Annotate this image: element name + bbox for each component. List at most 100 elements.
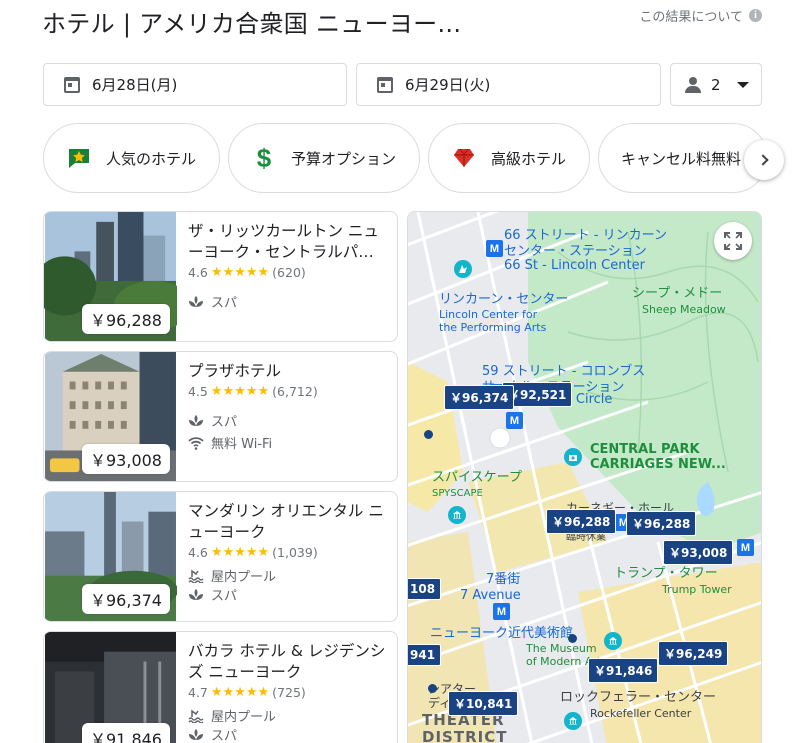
hotel-name[interactable]: ザ・リッツカールトン ニューヨーク・セントラルパ… xyxy=(188,221,391,263)
map-price-pin[interactable]: ￥96,288 xyxy=(626,511,697,536)
hotel-price: ￥91,846 xyxy=(82,723,170,743)
hotel-price: ￥96,288 xyxy=(82,304,170,334)
review-count: (6,712) xyxy=(272,384,318,399)
map-expand-button[interactable] xyxy=(714,222,752,260)
rating-value: 4.5 xyxy=(188,384,208,399)
museum-poi-icon[interactable] xyxy=(564,712,582,730)
hotel-card[interactable]: ￥93,008 プラザホテル 4.5 ★★★★★ (6,712) スパ 無料 W… xyxy=(43,351,398,482)
amenity-item: スパ xyxy=(188,292,391,311)
guests-count: 2 xyxy=(711,75,721,94)
hotel-name[interactable]: バカラ ホテル & レジデンシズ ニューヨーク xyxy=(188,641,391,683)
amenity-label: 屋内プール xyxy=(211,570,277,585)
chips-next-button[interactable] xyxy=(744,140,784,180)
fullscreen-icon xyxy=(724,232,742,250)
map-label: Rockefeller Center xyxy=(590,707,692,720)
map-price-pin[interactable]: 941 xyxy=(408,644,442,666)
diamond-icon xyxy=(451,145,477,171)
map-label: ニューヨーク近代美術館 xyxy=(430,626,574,641)
calendar-icon xyxy=(377,76,393,93)
review-count: (725) xyxy=(272,685,306,700)
amenity-label: 屋内プール xyxy=(211,710,277,725)
sculpture-poi-icon[interactable] xyxy=(454,260,472,278)
map-price-pin[interactable]: 108 xyxy=(408,578,442,600)
person-icon xyxy=(685,76,701,93)
amenity-item: スパ xyxy=(188,411,391,430)
hotel-map[interactable]: 66 ストリート - リンカーン センター・ステーション 66 St - Lin… xyxy=(407,211,762,743)
map-label: THEATER DISTRICT xyxy=(422,711,508,743)
info-icon: i xyxy=(749,9,762,22)
map-label: Lincoln Center for the Performing Arts xyxy=(439,308,547,334)
location-dot-icon[interactable] xyxy=(428,684,437,693)
map-label: スパイスケープ xyxy=(432,470,522,485)
map-price-pin[interactable]: ￥96,288 xyxy=(546,509,617,534)
hotel-rating: 4.6 ★★★★★ (1,039) xyxy=(188,545,391,560)
hotel-name[interactable]: プラザホテル xyxy=(188,361,391,382)
guests-selector[interactable]: 2 xyxy=(670,63,762,106)
museum-poi-icon[interactable] xyxy=(604,632,622,650)
metro-station-icon[interactable]: M xyxy=(486,240,503,257)
map-label: ロックフェラー・センター xyxy=(560,690,717,705)
map-price-pin[interactable]: ￥10,841 xyxy=(448,691,519,716)
spa-icon xyxy=(188,295,204,309)
map-label: 66 ストリート - リンカーン センター・ステーション xyxy=(504,228,667,259)
amenity-label: スパ xyxy=(211,589,238,604)
hotel-rating: 4.7 ★★★★★ (725) xyxy=(188,685,391,700)
chip-free-cancellation[interactable]: キャンセル料無料 xyxy=(598,123,768,193)
map-label: Sheep Meadow xyxy=(642,303,726,316)
map-label: SPYSCAPE xyxy=(432,488,483,499)
map-label: トランプ・タワー xyxy=(614,566,718,581)
map-label: Trump Tower xyxy=(662,583,732,596)
calendar-icon xyxy=(64,76,80,93)
chip-luxury-hotels[interactable]: 高級ホテル xyxy=(428,123,590,193)
spa-icon xyxy=(188,414,204,428)
about-results-label: この結果について xyxy=(639,10,743,25)
pool-icon xyxy=(188,709,204,723)
hotel-card[interactable]: ￥91,846 バカラ ホテル & レジデンシズ ニューヨーク 4.7 ★★★★… xyxy=(43,631,398,743)
amenity-label: スパ xyxy=(211,415,238,430)
star-rating-icon: ★★★★★ xyxy=(210,265,270,280)
hotel-name[interactable]: マンダリン オリエンタル ニューヨーク xyxy=(188,501,391,543)
star-rating-icon: ★★★★★ xyxy=(210,384,270,399)
amenity-item: スパ xyxy=(188,585,391,604)
camera-poi-icon[interactable] xyxy=(564,448,582,466)
checkin-date-field[interactable]: 6月28日(月) xyxy=(43,63,347,106)
chevron-right-icon xyxy=(756,154,769,166)
map-label: 66 St - Lincoln Center xyxy=(504,258,645,273)
hotel-card[interactable]: ￥96,288 ザ・リッツカールトン ニューヨーク・セントラルパ… 4.6 ★★… xyxy=(43,211,398,342)
metro-station-icon[interactable]: M xyxy=(737,539,754,556)
dollar-icon: $ xyxy=(256,142,272,173)
pool-icon xyxy=(188,569,204,583)
metro-station-icon[interactable]: M xyxy=(506,412,523,429)
checkout-date-value: 6月29日(火) xyxy=(405,76,491,94)
amenity-label: スパ xyxy=(211,296,238,311)
hotel-price: ￥96,374 xyxy=(82,584,170,614)
location-dot-icon[interactable] xyxy=(568,634,577,643)
dropdown-arrow-icon xyxy=(736,81,749,88)
map-label: 7番街 xyxy=(486,572,521,587)
location-dot-icon[interactable] xyxy=(424,430,433,439)
museum-poi-icon[interactable] xyxy=(448,506,466,524)
rating-value: 4.6 xyxy=(188,545,208,560)
chip-label: 高級ホテル xyxy=(491,149,567,168)
star-rating-icon: ★★★★★ xyxy=(210,685,270,700)
chip-popular-hotels[interactable]: 人気のホテル xyxy=(43,123,220,193)
map-price-pin[interactable]: ￥93,008 xyxy=(663,540,734,565)
amenity-item: 無料 Wi-Fi xyxy=(188,433,391,452)
hotel-rating: 4.6 ★★★★★ (620) xyxy=(188,265,391,280)
chip-budget-options[interactable]: $ 予算オプション xyxy=(228,123,420,193)
checkin-date-value: 6月28日(月) xyxy=(92,76,178,94)
hotel-card[interactable]: ￥96,374 マンダリン オリエンタル ニューヨーク 4.6 ★★★★★ (1… xyxy=(43,491,398,622)
spa-icon xyxy=(188,728,204,742)
about-results-link[interactable]: この結果について i xyxy=(639,6,762,25)
map-price-pin[interactable]: ￥96,374 xyxy=(444,385,515,410)
chip-label: 人気のホテル xyxy=(106,149,197,168)
map-price-pin[interactable]: ￥96,249 xyxy=(658,641,729,666)
amenity-item: 屋内プール xyxy=(188,566,391,585)
metro-station-icon[interactable]: M xyxy=(493,603,510,620)
map-label: リンカーン・センター xyxy=(439,292,569,307)
map-label: CENTRAL PARK CARRIAGES NEW... xyxy=(590,442,726,472)
map-label: 7 Avenue xyxy=(460,588,521,603)
spa-icon xyxy=(188,588,204,602)
checkout-date-field[interactable]: 6月29日(火) xyxy=(356,63,661,106)
map-price-pin[interactable]: ￥91,846 xyxy=(588,658,659,683)
